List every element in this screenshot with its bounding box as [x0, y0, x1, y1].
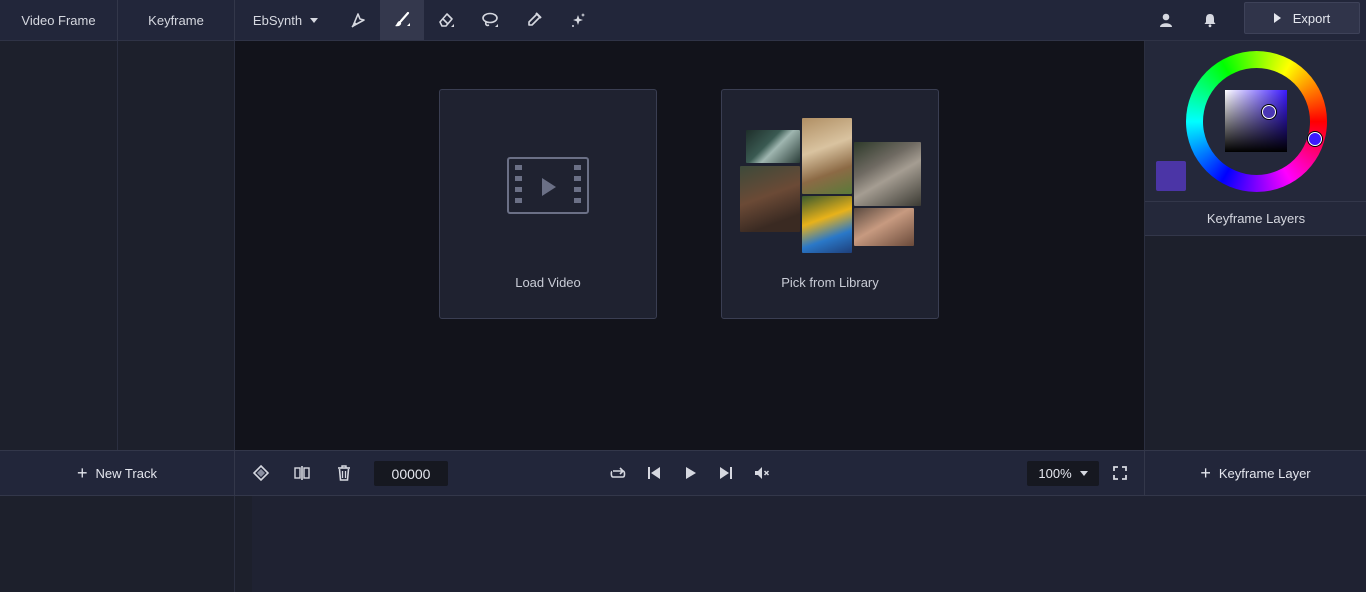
skip-back-icon: [648, 467, 660, 479]
plus-icon: +: [1200, 463, 1211, 483]
film-icon: [507, 157, 589, 214]
load-video-label: Load Video: [515, 275, 581, 290]
chevron-down-icon: [1079, 471, 1088, 476]
girl-portrait-thumbnail: [854, 208, 914, 246]
zoom-value: 100%: [1038, 466, 1072, 481]
wolf-thumbnail: [854, 142, 921, 206]
pick-from-library-card[interactable]: Pick from Library: [721, 89, 939, 319]
brush-tool-button[interactable]: [380, 0, 424, 40]
new-track-button[interactable]: + New Track: [0, 451, 235, 495]
user-icon: [1160, 13, 1172, 27]
tab-keyframe[interactable]: Keyframe: [118, 0, 235, 40]
timecode-field[interactable]: 00000: [374, 461, 448, 486]
brush-icon: [395, 11, 410, 27]
loop-button[interactable]: [603, 451, 633, 495]
tab-video-frame-label: Video Frame: [21, 12, 96, 28]
skip-back-button[interactable]: [639, 451, 669, 495]
tab-ebsynth-label: EbSynth: [252, 12, 303, 28]
tab-keyframe-label: Keyframe: [148, 12, 204, 28]
delete-button[interactable]: [329, 451, 359, 495]
hue-handle[interactable]: [1308, 132, 1322, 146]
lasso-icon: [482, 12, 498, 27]
right-panel: Keyframe Layers: [1144, 41, 1366, 450]
speaker-muted-icon: [755, 467, 770, 479]
mute-button[interactable]: [747, 451, 777, 495]
magic-tool-button[interactable]: [556, 0, 600, 40]
bell-icon: [1204, 14, 1216, 28]
tab-ebsynth-dropdown[interactable]: EbSynth: [235, 0, 336, 40]
fullscreen-button[interactable]: [1105, 451, 1135, 495]
track-list-panel: [0, 496, 235, 592]
account-button[interactable]: [1151, 0, 1181, 40]
eyedropper-icon: [528, 12, 542, 26]
left-panel-video-frame: [0, 41, 118, 450]
woman-portrait-thumbnail: [740, 166, 800, 232]
lynx-thumbnail: [802, 118, 852, 194]
loop-icon: [610, 467, 626, 478]
zoom-dropdown[interactable]: 100%: [1027, 461, 1099, 486]
fullscreen-icon: [1113, 466, 1127, 480]
add-keyframe-button[interactable]: [246, 451, 276, 495]
color-picker: [1145, 41, 1366, 201]
lasso-tool-button[interactable]: [468, 0, 512, 40]
new-track-label: New Track: [95, 465, 157, 481]
skip-forward-icon: [720, 467, 732, 479]
eraser-icon: [439, 13, 454, 27]
waterfall-thumbnail: [746, 130, 800, 163]
tab-video-frame[interactable]: Video Frame: [0, 0, 118, 40]
left-panel-keyframe: [118, 41, 235, 450]
plus-icon: +: [77, 463, 88, 483]
parrot-thumbnail: [802, 196, 852, 253]
eraser-tool-button[interactable]: [424, 0, 468, 40]
saturation-value-square[interactable]: [1225, 90, 1287, 152]
play-button[interactable]: [675, 451, 705, 495]
keyframe-layers-title: Keyframe Layers: [1145, 201, 1366, 236]
current-color-swatch[interactable]: [1156, 161, 1186, 191]
top-toolbar: Video Frame Keyframe EbSynth Export: [0, 0, 1366, 41]
trash-icon: [338, 465, 350, 481]
split-button[interactable]: [287, 451, 317, 495]
play-icon: [686, 467, 696, 479]
pick-from-library-label: Pick from Library: [781, 275, 879, 290]
export-label: Export: [1292, 10, 1331, 26]
playback-control-bar: + New Track 00000 100% + Keyframe Layer: [0, 450, 1366, 496]
notifications-button[interactable]: [1195, 0, 1225, 40]
diamond-icon: [252, 464, 270, 482]
keyframe-layer-label: Keyframe Layer: [1218, 465, 1311, 481]
pen-icon: [351, 13, 365, 28]
play-icon: [1273, 13, 1281, 23]
split-icon: [294, 466, 310, 480]
add-keyframe-layer-button[interactable]: + Keyframe Layer: [1144, 451, 1366, 495]
timeline-lane[interactable]: [252, 496, 1366, 592]
load-video-card[interactable]: Load Video: [439, 89, 657, 319]
export-button[interactable]: Export: [1244, 2, 1360, 34]
timeline-area: [235, 496, 1366, 592]
main-canvas: [235, 41, 1144, 450]
pen-tool-button[interactable]: [336, 0, 380, 40]
skip-forward-button[interactable]: [711, 451, 741, 495]
chevron-down-icon: [310, 17, 319, 23]
saturation-handle[interactable]: [1262, 105, 1276, 119]
eyedropper-tool-button[interactable]: [512, 0, 556, 40]
sparkle-icon: [572, 13, 585, 27]
